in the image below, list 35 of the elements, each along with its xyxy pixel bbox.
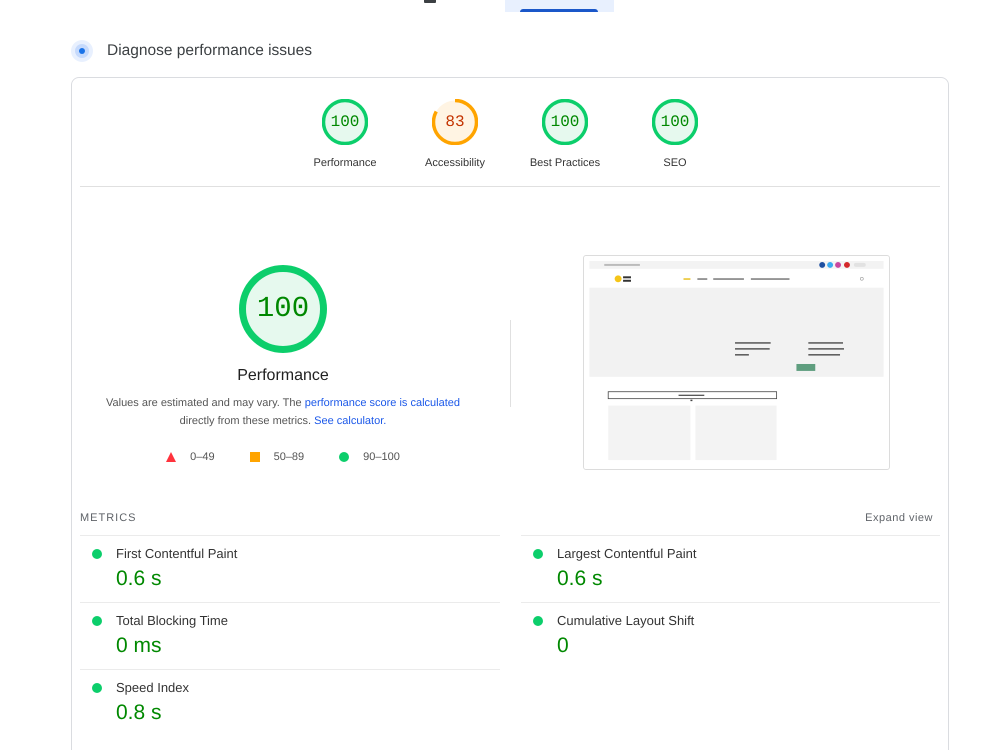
partial-icon (424, 0, 436, 3)
score-description: Values are estimated and may vary. The performance score is calculated directly from these metrics. See calculator. (104, 396, 461, 429)
category-title: Performance (237, 366, 329, 386)
metric-value: 0 ms (116, 633, 162, 659)
triangle-icon (166, 452, 176, 462)
metric-label: Cumulative Layout Shift (557, 613, 694, 629)
score-value: 83 (445, 113, 465, 131)
gauge-label: Performance (314, 156, 376, 170)
device-tab[interactable] (505, 0, 614, 12)
circle-icon (339, 452, 350, 462)
legend-range: 50–89 (274, 450, 304, 465)
metric-value: 0.6 s (116, 566, 162, 592)
description-link[interactable]: performance score is calculated (304, 397, 460, 409)
pulse-dot-icon (71, 40, 93, 62)
metric-label: Speed Index (116, 680, 190, 696)
square-icon (250, 452, 260, 462)
score-value: 100 (550, 113, 580, 131)
metric-label: First Contentful Paint (116, 546, 238, 562)
section-title: Diagnose performance issues (107, 41, 312, 61)
score-value: 100 (330, 113, 360, 131)
metric-value: 0 (557, 633, 569, 659)
gauge-label: Best Practices (530, 156, 600, 170)
metrics-heading: METRICS (80, 511, 136, 525)
metric-value: 0.6 s (557, 566, 603, 592)
metric-value: 0.8 s (116, 700, 162, 726)
gauge-label: SEO (663, 156, 687, 170)
metric-label: Total Blocking Time (116, 613, 228, 629)
expand-view-button[interactable]: Expand view (865, 511, 933, 525)
legend-range: 90–100 (363, 450, 400, 465)
legend-range: 0–49 (190, 450, 215, 465)
description-link[interactable]: See calculator. (314, 415, 386, 427)
score-value: 100 (660, 113, 690, 131)
gauge-label: Accessibility (425, 156, 485, 170)
metric-label: Largest Contentful Paint (557, 546, 696, 562)
score-value: 100 (256, 293, 310, 325)
